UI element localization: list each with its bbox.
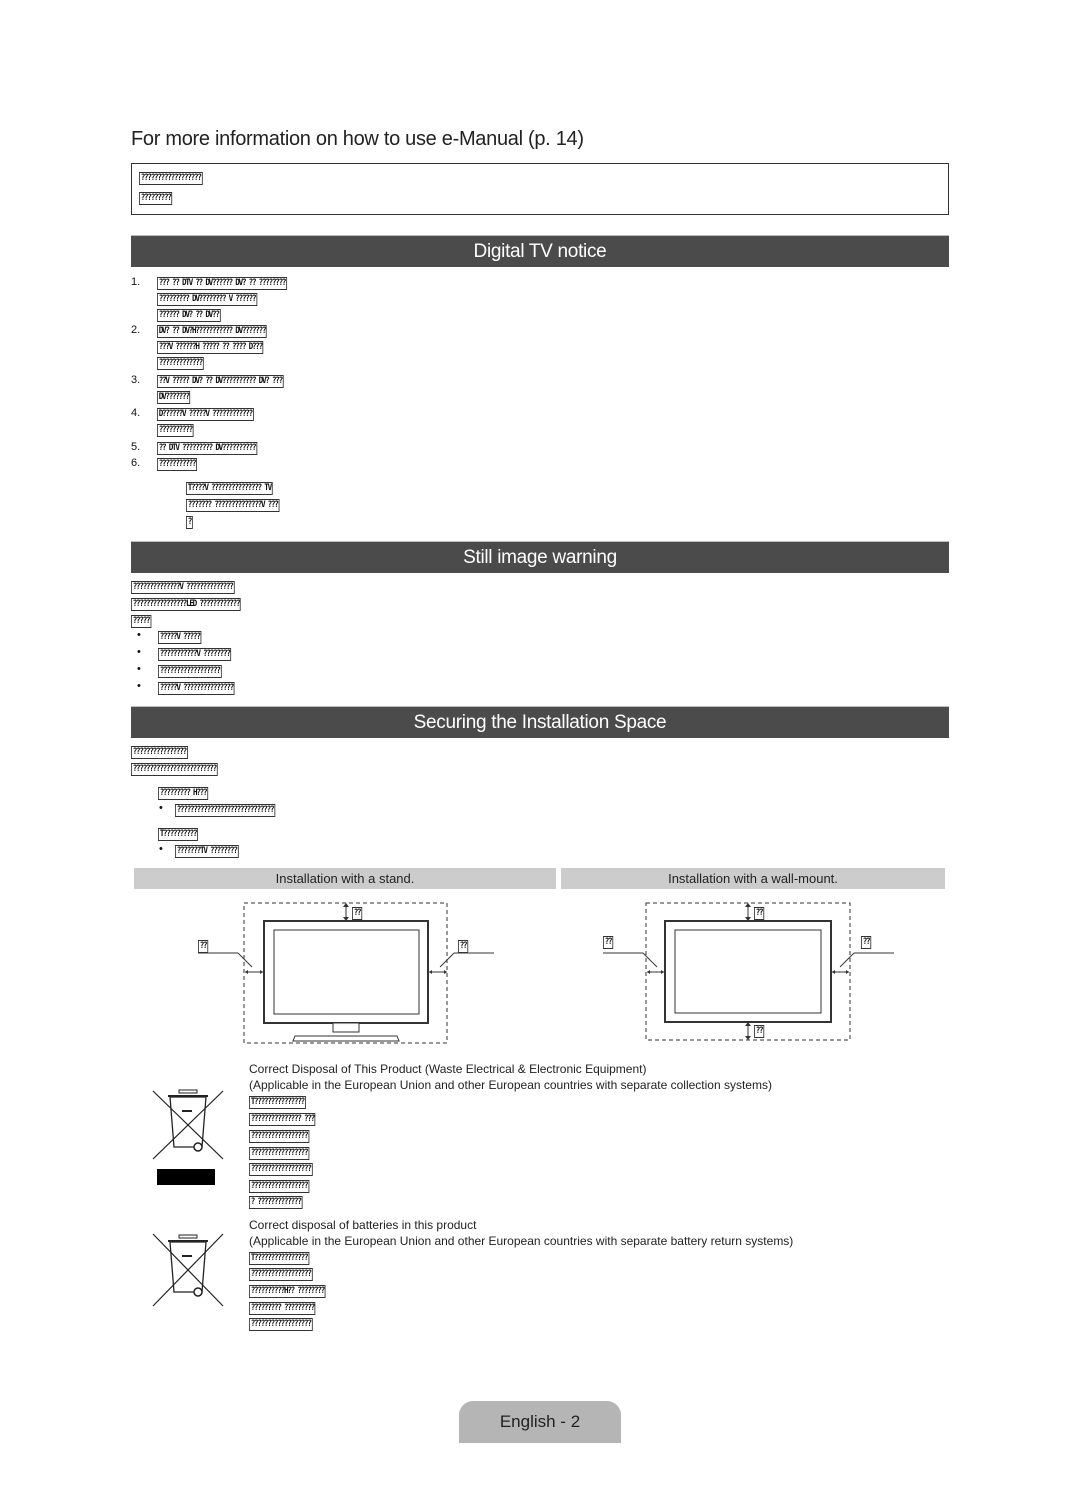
bullet-item: ?????V ???????????????	[158, 682, 235, 695]
page-number-tab: English - 2	[459, 1401, 621, 1443]
item-line: DV???????	[157, 391, 191, 404]
weee-line: ?????????????????	[249, 1180, 310, 1193]
item-line: ???V ??????H ????? ?? ???? D???	[157, 341, 264, 354]
bullet-dot: •	[137, 646, 141, 658]
right-clearance-label: ??	[861, 936, 872, 949]
section-heading-digital-tv: Digital TV notice	[131, 235, 949, 267]
bullet-item: ?????????????????????????????	[175, 804, 275, 817]
weee-line: T???????????????	[249, 1096, 306, 1109]
item-line: ??? ?? DTV ?? DV?????? DV? ?? ????????	[157, 277, 287, 290]
item-number: 4.	[131, 407, 141, 419]
bullet-dot: •	[137, 663, 141, 675]
para-line: ?????????????????????????	[131, 763, 218, 776]
para-line: ?????	[131, 615, 152, 628]
item-number: 5.	[131, 441, 141, 453]
weee-line: ?????????????????	[249, 1147, 310, 1160]
section-heading-installation: Securing the Installation Space	[131, 706, 949, 738]
battery-line: ??????????????????	[249, 1268, 313, 1281]
note-line: ??????? ??????????????V ???	[186, 499, 280, 512]
weee-line: ??????????????? ???	[249, 1113, 316, 1126]
weee-title: Correct Disposal of This Product (Waste …	[249, 1062, 647, 1076]
stand-installation-label: Installation with a stand.	[134, 868, 556, 889]
weee-line: ?????????????????	[249, 1130, 310, 1143]
item-number: 3.	[131, 374, 141, 386]
stand-installation-diagram: ?? ?? ??	[190, 895, 500, 1045]
item-line: ??V ????? DV? ?? DV?????????? DV? ???	[157, 375, 284, 388]
battery-subtitle: (Applicable in the European Union and ot…	[249, 1234, 794, 1248]
subheading: ????????? H???	[158, 787, 209, 800]
weee-line: ? ?????????????	[249, 1196, 303, 1209]
item-line: ?? DTV ????????? DV??????????	[157, 442, 257, 455]
subheading: T??????????	[158, 828, 199, 841]
note-line: ?	[186, 516, 193, 529]
item-line: ???????????	[157, 458, 198, 471]
item-line: ??????????	[157, 424, 194, 437]
bullet-dot: •	[159, 802, 163, 814]
battery-line: ??????????????????	[249, 1318, 313, 1331]
item-line: D??????V ?????V ????????????	[157, 408, 254, 421]
note-line: ??????????????????	[139, 172, 203, 185]
item-line: ????????? DV???????? V ??????	[157, 293, 257, 306]
item-number: 1.	[131, 276, 141, 288]
top-clearance-label: ??	[352, 907, 363, 920]
bullet-item: ???????TV ????????	[175, 845, 239, 858]
battery-line: T????????????????	[249, 1252, 310, 1265]
bullet-item: ???????????V ????????	[158, 648, 232, 661]
battery-line: ????????? ?????????	[249, 1302, 316, 1315]
item-number: 6.	[131, 457, 141, 469]
battery-line: ??????????H?? ????????	[249, 1285, 326, 1298]
tv-wall-mount-illustration	[603, 902, 894, 1041]
item-line: DV? ?? DV?H??????????? DV???????	[157, 325, 267, 338]
bullet-dot: •	[137, 680, 141, 692]
bullet-item: ??????????????????	[158, 665, 222, 678]
item-line: ?????????????	[157, 357, 204, 370]
note-line: ?????????	[139, 192, 173, 205]
battery-disposal-symbol	[148, 1230, 228, 1310]
wall-installation-label: Installation with a wall-mount.	[561, 868, 945, 889]
item-number: 2.	[131, 324, 141, 336]
section-heading-still-image: Still image warning	[131, 541, 949, 573]
para-line: ??????????????V ??????????????	[131, 581, 235, 594]
note-box: ?????????????????? ?????????	[131, 163, 949, 215]
weee-line: ??????????????????	[249, 1163, 313, 1176]
wall-installation-diagram: ?? ?? ?? ??	[595, 895, 905, 1045]
tv-on-stand-illustration	[198, 902, 494, 1044]
bullet-item: ?????V ?????	[158, 631, 202, 644]
top-clearance-label: ??	[754, 907, 765, 920]
para-line: ????????????????LED ????????????	[131, 598, 241, 611]
left-clearance-label: ??	[603, 936, 614, 949]
item-line: ?????? DV? ?? DV??	[157, 309, 221, 322]
bottom-clearance-label: ??	[754, 1025, 765, 1038]
crossed-bin-icon	[152, 1089, 224, 1185]
battery-title: Correct disposal of batteries in this pr…	[249, 1218, 477, 1232]
bullet-dot: •	[159, 843, 163, 855]
note-line: T????V ??????????????? TV	[186, 482, 273, 495]
para-line: ????????????????	[131, 746, 188, 759]
left-clearance-label: ??	[198, 940, 209, 953]
weee-subtitle: (Applicable in the European Union and ot…	[249, 1078, 772, 1092]
right-clearance-label: ??	[458, 940, 469, 953]
bullet-dot: •	[137, 629, 141, 641]
crossed-bin-icon	[152, 1233, 224, 1307]
page-title: For more information on how to use e-Man…	[131, 128, 584, 150]
weee-symbol	[148, 1085, 228, 1190]
